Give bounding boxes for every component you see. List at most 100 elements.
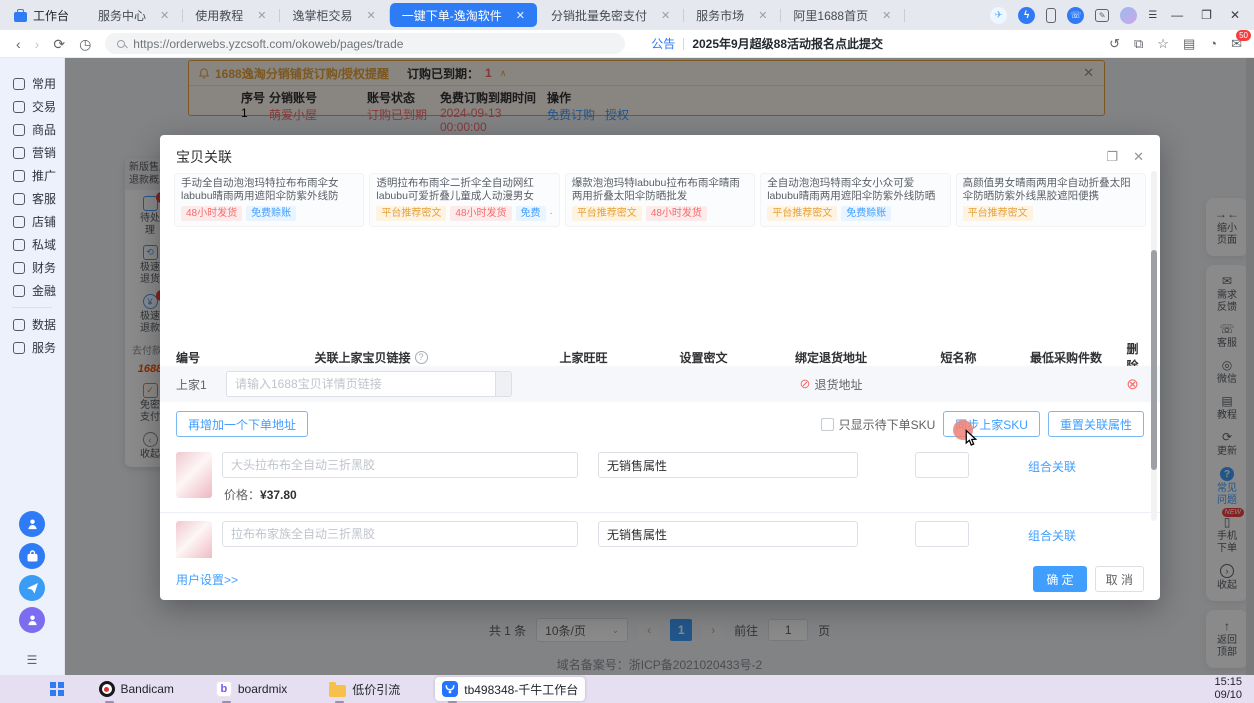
sidebar-item-services[interactable]: 服务	[0, 336, 64, 359]
tab-1688-home[interactable]: 阿里1688首页✕	[781, 3, 903, 27]
windows-taskbar: Bandicam bboardmix 低价引流 tb498348-千牛工作台 1…	[0, 675, 1254, 703]
tab-yizhanggui-trade[interactable]: 逸掌柜交易✕	[280, 3, 387, 27]
sidebar-item-customer-service[interactable]: 客服	[0, 187, 64, 210]
bandicam-icon	[99, 681, 115, 697]
modal-maximize-icon[interactable]: ❐	[1106, 149, 1118, 165]
sku-attr-input[interactable]	[598, 452, 858, 478]
announcement[interactable]: 公告 2025年9月超级88活动报名点此提交	[651, 35, 883, 52]
announce-text[interactable]: 2025年9月超级88活动报名点此提交	[692, 35, 883, 52]
sidebar-item-promotion[interactable]: 推广	[0, 164, 64, 187]
copy-icon[interactable]: ⧉	[1134, 36, 1143, 52]
titlebar-icons: ✈ ϟ ☏ ✎ ☰	[990, 7, 1157, 24]
tab-batch-pay[interactable]: 分销批量免密支付✕	[539, 3, 682, 27]
product-card[interactable]: 手动全自动泡泡玛特拉布布雨伞女labubu晴雨两用遮阳伞防紫外线防 48小时发货…	[174, 173, 364, 227]
back-button[interactable]: ‹	[16, 37, 21, 51]
tab-service-market[interactable]: 服务市场✕	[684, 3, 779, 27]
tab-service-center[interactable]: 服务中心✕	[86, 3, 181, 27]
sidebar-item-goods[interactable]: 商品	[0, 118, 64, 141]
close-icon[interactable]: ✕	[160, 9, 169, 22]
headset-service-icon[interactable]: ☏	[1067, 7, 1084, 24]
help-icon[interactable]: ?	[415, 351, 428, 364]
page-icon[interactable]: ▤	[1183, 36, 1195, 52]
product-card[interactable]: 高颜值男女晴雨两用伞自动折叠太阳伞防晒防紫外线黑胶遮阳便携 平台推荐密文 ¥16…	[956, 173, 1146, 227]
sku-price: 价格：¥37.80	[224, 486, 297, 503]
refresh-plugin-icon[interactable]: ↺	[1109, 36, 1120, 52]
input-suffix[interactable]	[496, 371, 512, 397]
checkbox[interactable]	[821, 418, 834, 431]
taskbar-clock[interactable]: 15:1509/10	[1214, 676, 1242, 702]
mail-icon[interactable]: ✉50	[1231, 36, 1242, 52]
app-icon-person[interactable]	[19, 511, 45, 537]
restore-button[interactable]: ❐	[1201, 8, 1212, 22]
sidebar-item-trade[interactable]: 交易	[0, 95, 64, 118]
grid-icon	[13, 342, 25, 354]
min-purchase-input[interactable]	[915, 452, 969, 478]
combo-link[interactable]: 组合关联	[1028, 458, 1076, 475]
history-icon[interactable]: ◷	[79, 37, 91, 51]
modal-close-icon[interactable]: ✕	[1133, 149, 1144, 165]
close-icon[interactable]: ✕	[758, 9, 767, 22]
product-card[interactable]: 全自动泡泡玛特雨伞女小众可爱labubu晴雨两用遮阳伞防紫外线防晒 平台推荐密文…	[760, 173, 950, 227]
user-settings-link[interactable]: 用户设置>>	[176, 571, 238, 588]
minimize-button[interactable]: —	[1171, 8, 1183, 22]
close-icon[interactable]: ✕	[516, 9, 525, 22]
modal-footer: 用户设置>> 确 定 取 消	[160, 558, 1160, 600]
avatar[interactable]	[1120, 7, 1137, 24]
order-icon	[13, 101, 25, 113]
product-card[interactable]: 透明拉布布雨伞二折伞全自动网红labubu可爱折叠儿童成人动漫男女 平台推荐密文…	[369, 173, 559, 227]
tab-tutorial[interactable]: 使用教程✕	[183, 3, 278, 27]
modal-scrollbar[interactable]	[1151, 250, 1157, 470]
sidebar-item-shop[interactable]: 店铺	[0, 210, 64, 233]
sidebar-item-finance[interactable]: 财务	[0, 256, 64, 279]
sidebar-item-marketing[interactable]: 营销	[0, 141, 64, 164]
tab-one-key-order-active[interactable]: 一键下单-逸淘软件✕	[390, 3, 537, 27]
close-button[interactable]: ✕	[1230, 8, 1240, 22]
reload-button[interactable]: ⟳	[53, 37, 65, 51]
taskbar-item-bandicam[interactable]: Bandicam	[92, 677, 181, 701]
paper-plane-icon[interactable]: ✈	[990, 7, 1007, 24]
sidebar-item-private-domain[interactable]: 私域	[0, 233, 64, 256]
min-purchase-input[interactable]	[915, 521, 969, 547]
clock-icon[interactable]: ◔	[1209, 36, 1217, 51]
sku-name-input[interactable]	[222, 452, 578, 478]
boardmix-icon: b	[216, 681, 232, 697]
add-order-address-button[interactable]: 再增加一个下单地址	[176, 411, 308, 437]
delete-row-icon[interactable]: ⊗	[1121, 375, 1144, 393]
forward-button[interactable]: ›	[35, 37, 40, 51]
note-edit-icon[interactable]: ✎	[1095, 9, 1109, 22]
product-card[interactable]: 爆款泡泡玛特labubu拉布布雨伞晴雨两用折叠太阳伞防晒批发 平台推荐密文48小…	[565, 173, 755, 227]
only-pending-sku-checkbox[interactable]: 只显示待下单SKU	[821, 416, 936, 433]
close-icon[interactable]: ✕	[367, 9, 376, 22]
sku-name-input[interactable]	[222, 521, 578, 547]
qianniu-flash-icon[interactable]: ϟ	[1018, 7, 1035, 24]
wallet-icon	[13, 262, 25, 274]
star-bookmark-icon[interactable]: ☆	[1157, 36, 1169, 52]
confirm-button[interactable]: 确 定	[1033, 566, 1086, 592]
app-icon-bag[interactable]	[19, 543, 45, 569]
sidebar-item-common[interactable]: 常用	[0, 72, 64, 95]
phone-icon[interactable]	[1046, 8, 1056, 23]
cancel-button[interactable]: 取 消	[1095, 566, 1144, 592]
recommend-cards: 手动全自动泡泡玛特拉布布雨伞女labubu晴雨两用遮阳伞防紫外线防 48小时发货…	[160, 167, 1160, 227]
taskbar-item-qianniu[interactable]: tb498348-千牛工作台	[435, 677, 585, 701]
bind-return-address[interactable]: ⊘退货地址	[756, 376, 906, 393]
taskbar-item-boardmix[interactable]: bboardmix	[209, 677, 294, 701]
address-bar[interactable]: https://orderwebs.yzcsoft.com/okoweb/pag…	[105, 33, 625, 54]
reset-link-attr-button[interactable]: 重置关联属性	[1048, 411, 1144, 437]
supplier-link-input[interactable]	[226, 371, 496, 397]
close-icon[interactable]: ✕	[257, 9, 266, 22]
app-icon-contact[interactable]	[19, 607, 45, 633]
close-icon[interactable]: ✕	[882, 9, 891, 22]
taskbar-item-folder[interactable]: 低价引流	[322, 677, 407, 701]
app-icon-plane[interactable]	[19, 575, 45, 601]
workbench-app-label[interactable]: 工作台	[14, 7, 69, 24]
sidebar-item-fund[interactable]: 金融	[0, 279, 64, 302]
sidebar-item-data[interactable]: 数据	[0, 313, 64, 336]
hamburger-icon[interactable]: ☰	[0, 653, 64, 667]
briefcase-icon	[14, 12, 27, 22]
start-button[interactable]	[50, 682, 64, 696]
close-icon[interactable]: ✕	[661, 9, 670, 22]
combo-link[interactable]: 组合关联	[1028, 527, 1076, 544]
menu-icon[interactable]: ☰	[1148, 10, 1157, 21]
sku-attr-input[interactable]	[598, 521, 858, 547]
